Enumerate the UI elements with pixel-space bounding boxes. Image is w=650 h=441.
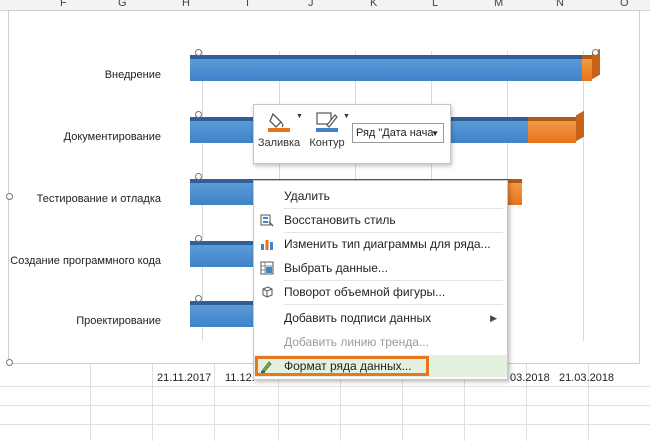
mini-toolbar: Заливка ▼ Контур ▼ Ряд "Дата нача ▼ — [253, 104, 451, 164]
category-label: Создание программного кода — [10, 255, 161, 267]
chevron-down-icon: ▼ — [431, 129, 439, 138]
category-label: Тестирование и отладка — [36, 193, 161, 205]
column-header-k[interactable]: K — [370, 0, 377, 9]
chart-type-icon — [261, 240, 273, 250]
menu-item-add-trendline: Добавить линию тренда... — [284, 335, 429, 349]
column-header-n[interactable]: N — [556, 0, 564, 9]
outline-label: Контур — [309, 137, 345, 149]
selection-handle[interactable] — [195, 111, 202, 118]
x-tick-label: 11.12. — [225, 372, 255, 384]
category-label: Проектирование — [76, 315, 161, 327]
paint-bucket-icon — [268, 112, 290, 132]
menu-item-delete[interactable]: Удалить — [254, 185, 507, 207]
menu-item-select-data[interactable]: Выбрать данные... — [254, 257, 507, 279]
column-header-f[interactable]: F — [60, 0, 67, 9]
column-header-h[interactable]: H — [182, 0, 190, 9]
bar-series-1[interactable] — [190, 55, 582, 81]
column-header-l[interactable]: L — [432, 0, 438, 9]
bar-series-2[interactable] — [528, 117, 576, 143]
rotate-3d-icon — [262, 286, 273, 298]
menu-item-3d-rotation[interactable]: Поворот объемной фигуры... — [254, 281, 507, 303]
column-header-g[interactable]: G — [118, 0, 127, 9]
series-select[interactable]: Ряд "Дата нача ▼ — [352, 123, 444, 143]
fill-label: Заливка — [257, 137, 301, 149]
x-tick-label: 21.11.2017 — [157, 372, 212, 384]
fill-dropdown-arrow[interactable]: ▼ — [296, 113, 303, 120]
selection-handle[interactable] — [195, 235, 202, 242]
selection-handle[interactable] — [195, 49, 202, 56]
bar-row-1[interactable] — [190, 48, 600, 81]
submenu-arrow-icon: ▶ — [490, 313, 497, 323]
chart-resize-handle[interactable] — [6, 359, 13, 366]
bar-series-2[interactable] — [582, 55, 592, 81]
selection-handle[interactable] — [592, 49, 599, 56]
column-header-j[interactable]: J — [308, 0, 314, 9]
column-header-m[interactable]: M — [494, 0, 503, 9]
column-header-i[interactable]: I — [246, 0, 249, 9]
menu-item-add-data-labels[interactable]: Добавить подписи данных ▶ — [254, 307, 507, 329]
x-tick-label: 21.03.2018 — [559, 372, 615, 384]
bar-series-2[interactable] — [508, 179, 522, 205]
pen-outline-icon — [316, 112, 338, 132]
selection-handle[interactable] — [195, 295, 202, 302]
bar-series-1[interactable] — [190, 241, 262, 267]
context-menu: Удалить Восстановить стиль Изменить тип … — [253, 180, 508, 380]
highlight-callout-box — [255, 356, 429, 376]
series-select-value: Ряд "Дата нача — [356, 127, 434, 139]
column-header-o[interactable]: O — [620, 0, 629, 9]
category-label: Документирование — [63, 131, 161, 143]
x-tick-label: 03.2018 — [510, 372, 550, 384]
selection-handle[interactable] — [195, 173, 202, 180]
select-data-icon — [260, 261, 274, 275]
bar-series-1[interactable] — [190, 301, 262, 327]
chart-resize-handle[interactable] — [6, 193, 13, 200]
outline-dropdown-arrow[interactable]: ▼ — [343, 113, 350, 120]
menu-item-change-chart-type[interactable]: Изменить тип диаграммы для ряда... — [254, 233, 507, 255]
reset-style-icon — [260, 214, 274, 227]
menu-item-reset-style[interactable]: Восстановить стиль — [254, 209, 507, 231]
category-label: Внедрение — [104, 69, 161, 81]
